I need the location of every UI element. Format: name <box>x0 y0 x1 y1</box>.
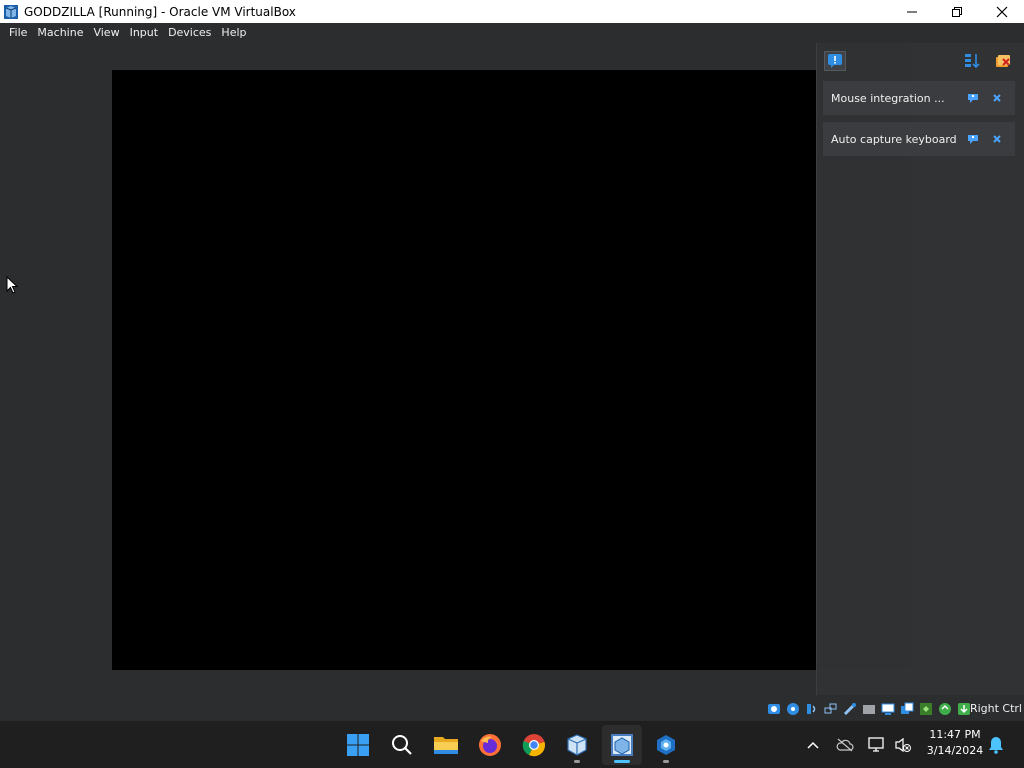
app-icon <box>657 735 675 755</box>
vm-display-area: Mouse integration ... Auto capture keybo… <box>0 42 1024 698</box>
file-explorer-button[interactable] <box>426 725 466 765</box>
notification-auto-capture-keyboard[interactable]: Auto capture keyboard ... <box>823 122 1015 156</box>
toggle-icon <box>968 135 978 144</box>
close-button[interactable] <box>979 0 1024 23</box>
volume-button[interactable] <box>892 734 914 756</box>
notification-center-toolbar <box>817 43 1024 77</box>
notifications-button[interactable] <box>985 734 1007 756</box>
notification-bell-icon <box>989 737 1003 754</box>
toggle-icon <box>968 94 978 103</box>
menu-file[interactable]: File <box>4 23 32 42</box>
network-icon[interactable] <box>823 701 839 717</box>
close-icon <box>993 94 1001 102</box>
start-button[interactable] <box>338 725 378 765</box>
chrome-icon <box>522 734 545 757</box>
search-icon <box>392 735 412 755</box>
notification-center-button[interactable] <box>824 51 846 71</box>
minimize-button[interactable] <box>889 0 934 23</box>
recording-icon[interactable] <box>899 701 915 717</box>
usb-icon[interactable] <box>842 701 858 717</box>
network-status-button[interactable] <box>866 734 888 756</box>
virtualbox-icon[interactable] <box>3 4 19 20</box>
sort-icon <box>965 54 980 69</box>
toggle-button[interactable] <box>961 129 985 149</box>
toggle-button[interactable] <box>961 88 985 108</box>
title-bar: GODDZILLA [Running] - Oracle VM VirtualB… <box>0 0 1024 23</box>
notification-text: Mouse integration ... <box>831 91 945 105</box>
show-hidden-icons-button[interactable] <box>802 734 824 756</box>
firefox-button[interactable] <box>470 725 510 765</box>
restore-icon <box>951 6 962 17</box>
virtualbox-manager-button[interactable] <box>557 725 597 765</box>
virtualbox-manager-icon <box>567 734 587 756</box>
menu-help[interactable]: Help <box>216 23 251 42</box>
virtualbox-vm-button[interactable] <box>602 725 642 765</box>
minimize-icon <box>906 11 917 12</box>
clock-time: 11:47 PM <box>929 728 981 741</box>
vm-status-bar: Right Ctrl <box>0 698 1024 720</box>
close-button[interactable] <box>985 129 1009 149</box>
running-indicator <box>663 760 669 763</box>
mouse-cursor-icon <box>6 275 19 299</box>
menu-view[interactable]: View <box>88 23 124 42</box>
optical-drive-icon[interactable] <box>785 701 801 717</box>
clock-date: 3/14/2024 <box>926 744 984 757</box>
notification-mouse-integration[interactable]: Mouse integration ... <box>823 81 1015 115</box>
network-icon <box>868 737 884 752</box>
display-icon[interactable] <box>880 701 896 717</box>
app-button[interactable] <box>646 725 686 765</box>
search-button[interactable] <box>382 725 422 765</box>
restore-button[interactable] <box>934 0 979 23</box>
active-indicator <box>614 760 630 763</box>
audio-icon[interactable] <box>804 701 820 717</box>
volume-muted-icon <box>895 737 911 753</box>
file-explorer-icon <box>434 737 458 754</box>
window-title: GODDZILLA [Running] - Oracle VM VirtualB… <box>24 4 296 19</box>
system-clock[interactable]: 11:47 PM 3/14/2024 <box>918 727 992 759</box>
running-indicator <box>574 760 580 763</box>
sort-button[interactable] <box>961 51 983 71</box>
hard-disk-icon[interactable] <box>766 701 782 717</box>
vm-screen[interactable] <box>112 70 818 670</box>
virtualbox-vm-icon <box>611 734 633 756</box>
firefox-icon <box>479 734 501 756</box>
cloud-offline-button[interactable] <box>834 734 856 756</box>
close-icon <box>996 6 1007 17</box>
mouse-integration-icon[interactable] <box>937 701 953 717</box>
notification-center: Mouse integration ... Auto capture keybo… <box>816 43 1024 695</box>
menu-machine[interactable]: Machine <box>32 23 88 42</box>
show-hidden-icons-chevron <box>807 741 819 749</box>
close-icon <box>993 135 1001 143</box>
clear-all-button[interactable] <box>992 51 1014 71</box>
menu-input[interactable]: Input <box>125 23 163 42</box>
windows-taskbar: 11:47 PM 3/14/2024 <box>0 720 1024 768</box>
menu-bar: File Machine View Input Devices Help <box>0 23 1024 42</box>
notification-center-icon <box>828 54 842 68</box>
start-icon <box>347 734 369 756</box>
clear-all-icon <box>996 55 1010 67</box>
notification-text: Auto capture keyboard ... <box>831 132 961 146</box>
menu-devices[interactable]: Devices <box>163 23 216 42</box>
close-button[interactable] <box>985 88 1009 108</box>
host-key-label: Right Ctrl <box>969 702 1022 715</box>
cloud-offline-icon <box>836 738 854 752</box>
shared-folders-icon[interactable] <box>861 701 877 717</box>
chrome-button[interactable] <box>514 725 554 765</box>
virtualization-engine-icon[interactable] <box>918 701 934 717</box>
